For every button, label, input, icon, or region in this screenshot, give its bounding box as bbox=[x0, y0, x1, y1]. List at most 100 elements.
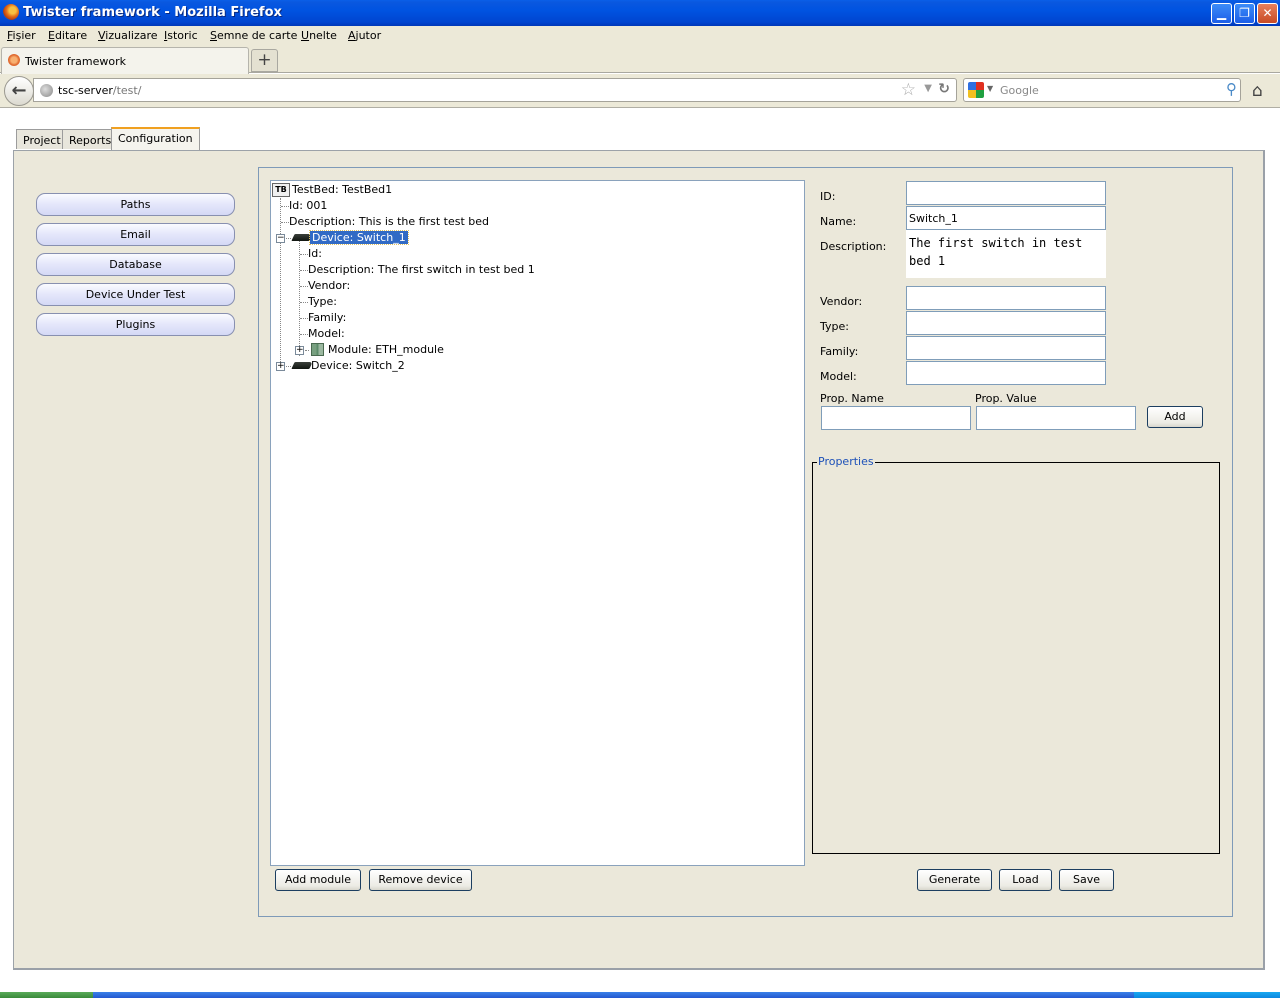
history-dropdown-icon[interactable]: ▼ bbox=[924, 83, 932, 94]
family-field[interactable] bbox=[906, 336, 1106, 360]
add-property-button[interactable]: Add bbox=[1147, 406, 1203, 428]
model-label: Model: bbox=[820, 370, 857, 383]
page-content: Project Reports Configuration Paths Emai… bbox=[0, 109, 1280, 992]
menu-bookmarks[interactable]: Semne de carte bbox=[210, 29, 297, 42]
tree-node-device-switch-1[interactable]: Device: Switch_1 bbox=[309, 230, 409, 245]
system-tray bbox=[1134, 992, 1280, 998]
collapse-icon[interactable]: − bbox=[276, 234, 285, 243]
browser-tab-strip: Twister framework + bbox=[0, 46, 1280, 74]
prop-name-input[interactable] bbox=[821, 406, 971, 430]
tree-node-device-description[interactable]: Description: The first switch in test be… bbox=[308, 263, 535, 276]
home-icon[interactable]: ⌂ bbox=[1252, 81, 1263, 101]
sidebar-item-paths[interactable]: Paths bbox=[36, 193, 235, 216]
tree-node-device-switch-2[interactable]: Device: Switch_2 bbox=[311, 359, 405, 372]
menu-view[interactable]: Vizualizare bbox=[98, 29, 158, 42]
tree-node-testbed[interactable]: TestBed: TestBed1 bbox=[292, 183, 392, 196]
window-title-bar: Twister framework - Mozilla Firefox ▁ ❐ … bbox=[0, 0, 1280, 26]
description-label: Description: bbox=[820, 240, 887, 253]
navigation-bar: tsc-server/test/ ☆ ▼ ↻ ← ▼ Google ⚲ ⌂ bbox=[0, 74, 1280, 108]
sidebar-item-device-under-test[interactable]: Device Under Test bbox=[36, 283, 235, 306]
restore-button[interactable]: ❐ bbox=[1234, 3, 1255, 24]
name-field[interactable]: Switch_1 bbox=[906, 206, 1106, 230]
search-icon[interactable]: ⚲ bbox=[1226, 80, 1237, 98]
tree-node-device-type[interactable]: Type: bbox=[308, 295, 337, 308]
switch-device-icon bbox=[291, 362, 313, 369]
tree-connector bbox=[286, 238, 291, 239]
reload-icon[interactable]: ↻ bbox=[938, 81, 950, 97]
firefox-icon bbox=[3, 4, 19, 20]
properties-legend: Properties bbox=[817, 455, 875, 468]
url-text[interactable]: tsc-server/test/ bbox=[58, 84, 141, 97]
tree-node-testbed-description[interactable]: Description: This is the first test bed bbox=[289, 215, 489, 228]
url-path: /test/ bbox=[112, 84, 142, 97]
tab-configuration[interactable]: Configuration bbox=[111, 127, 200, 150]
tree-connector bbox=[300, 318, 308, 319]
tree-connector bbox=[300, 286, 308, 287]
menu-edit[interactable]: Editare bbox=[48, 29, 87, 42]
tree-node-device-vendor[interactable]: Vendor: bbox=[308, 279, 350, 292]
tree-node-device-id[interactable]: Id: bbox=[308, 247, 322, 260]
id-label: ID: bbox=[820, 190, 836, 203]
sidebar-item-database[interactable]: Database bbox=[36, 253, 235, 276]
remove-device-button[interactable]: Remove device bbox=[369, 869, 472, 891]
menu-file[interactable]: Fişier bbox=[7, 29, 36, 42]
vendor-label: Vendor: bbox=[820, 295, 863, 308]
expand-icon[interactable]: + bbox=[276, 362, 285, 371]
save-button[interactable]: Save bbox=[1059, 869, 1114, 891]
url-host: tsc-server bbox=[58, 84, 113, 97]
tree-node-module-eth[interactable]: Module: ETH_module bbox=[328, 343, 444, 356]
configuration-panel: Paths Email Database Device Under Test P… bbox=[13, 150, 1265, 970]
sidebar-item-plugins[interactable]: Plugins bbox=[36, 313, 235, 336]
generate-button[interactable]: Generate bbox=[917, 869, 992, 891]
name-label: Name: bbox=[820, 215, 857, 228]
favicon-icon bbox=[8, 54, 20, 66]
menu-tools[interactable]: Unelte bbox=[301, 29, 337, 42]
tree-connector bbox=[281, 206, 289, 207]
testbed-icon: TB bbox=[272, 183, 290, 197]
expand-icon[interactable]: + bbox=[295, 346, 304, 355]
tree-connector bbox=[300, 334, 308, 335]
tree-connector bbox=[299, 241, 300, 356]
device-under-test-panel: TB TestBed: TestBed1 Id: 001 Description… bbox=[258, 167, 1233, 917]
menu-help[interactable]: Ajutor bbox=[348, 29, 381, 42]
browser-tab[interactable]: Twister framework bbox=[1, 47, 249, 74]
search-bar[interactable]: ▼ Google ⚲ bbox=[963, 78, 1241, 102]
load-button[interactable]: Load bbox=[999, 869, 1052, 891]
properties-group: Properties bbox=[812, 455, 1220, 854]
google-engine-icon[interactable] bbox=[968, 82, 984, 98]
globe-icon bbox=[40, 84, 53, 97]
back-button[interactable]: ← bbox=[4, 76, 34, 106]
model-field[interactable] bbox=[906, 361, 1106, 385]
prop-value-label: Prop. Value bbox=[975, 392, 1037, 405]
menu-history[interactable]: Istoric bbox=[164, 29, 198, 42]
new-tab-button[interactable]: + bbox=[251, 49, 278, 72]
family-label: Family: bbox=[820, 345, 859, 358]
tree-node-testbed-id[interactable]: Id: 001 bbox=[289, 199, 327, 212]
testbed-tree[interactable]: TB TestBed: TestBed1 Id: 001 Description… bbox=[270, 180, 805, 866]
minimize-button[interactable]: ▁ bbox=[1211, 3, 1232, 24]
search-engine-dropdown-icon[interactable]: ▼ bbox=[987, 84, 993, 93]
add-module-button[interactable]: Add module bbox=[275, 869, 361, 891]
close-button[interactable]: ✕ bbox=[1257, 3, 1278, 24]
start-button[interactable] bbox=[0, 992, 93, 998]
browser-tab-label: Twister framework bbox=[25, 55, 127, 68]
prop-value-input[interactable] bbox=[976, 406, 1136, 430]
tree-connector bbox=[281, 222, 289, 223]
tree-connector bbox=[300, 270, 308, 271]
tree-node-device-model[interactable]: Model: bbox=[308, 327, 345, 340]
tree-connector bbox=[300, 302, 308, 303]
type-field[interactable] bbox=[906, 311, 1106, 335]
menu-bar: Fişier Editare Vizualizare Istoric Semne… bbox=[0, 26, 1280, 46]
search-input[interactable]: Google bbox=[1000, 84, 1039, 97]
url-bar[interactable]: tsc-server/test/ ☆ ▼ ↻ bbox=[33, 78, 957, 102]
vendor-field[interactable] bbox=[906, 286, 1106, 310]
window-title: Twister framework - Mozilla Firefox bbox=[23, 5, 282, 20]
description-textarea[interactable]: The first switch in test bed 1 bbox=[906, 230, 1106, 278]
module-icon bbox=[311, 343, 324, 356]
id-field[interactable] bbox=[906, 181, 1106, 205]
tree-node-device-family[interactable]: Family: bbox=[308, 311, 346, 324]
tab-reports[interactable]: Reports bbox=[62, 129, 119, 149]
sidebar-item-email[interactable]: Email bbox=[36, 223, 235, 246]
tab-project[interactable]: Project bbox=[16, 129, 68, 149]
bookmark-star-icon[interactable]: ☆ bbox=[901, 80, 916, 100]
